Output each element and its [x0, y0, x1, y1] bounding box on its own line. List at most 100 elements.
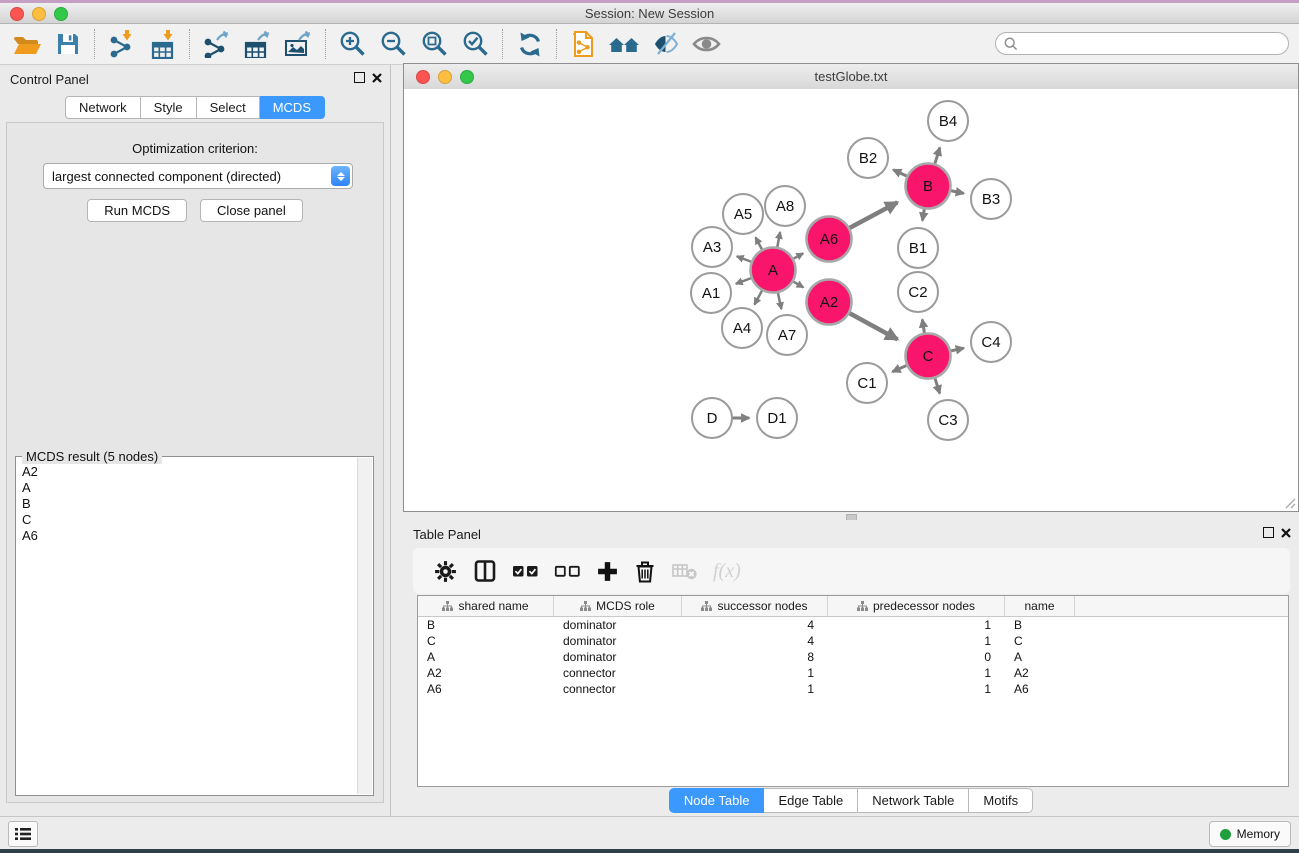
graph-node-A[interactable]: A [751, 248, 796, 293]
zoom-out-icon[interactable] [373, 27, 414, 61]
graph-node-A1[interactable]: A1 [691, 273, 731, 313]
result-item[interactable]: A [22, 480, 358, 496]
result-scrollbar[interactable] [357, 458, 372, 794]
graph-node-A5[interactable]: A5 [723, 194, 763, 234]
network-file-icon[interactable] [563, 27, 604, 61]
graph-node-D[interactable]: D [692, 398, 732, 438]
table-row-C[interactable]: Cdominator41C [418, 633, 1288, 649]
edge-A2-C[interactable] [849, 313, 897, 339]
graph-node-B3[interactable]: B3 [971, 179, 1011, 219]
column-header-shared-name[interactable]: shared name [418, 596, 554, 616]
graph-node-A4[interactable]: A4 [722, 308, 762, 348]
deselect-all-icon[interactable] [554, 562, 581, 580]
graph-node-A2[interactable]: A2 [807, 280, 852, 325]
search-input[interactable] [1023, 34, 1288, 54]
tab-network[interactable]: Network [65, 96, 141, 119]
table-row-A6[interactable]: A6connector11A6 [418, 681, 1288, 697]
graph-node-B4[interactable]: B4 [928, 101, 968, 141]
graph-node-D1[interactable]: D1 [757, 398, 797, 438]
network-canvas[interactable]: B4 B2 B B3 A5A8A6 A3 A B1 A1 A2 C2 A4A7 C4 C C1 D D1 C3 [404, 89, 1298, 511]
save-session-icon[interactable] [47, 27, 88, 61]
add-icon[interactable] [596, 560, 619, 583]
graph-node-C2[interactable]: C2 [898, 272, 938, 312]
open-file-icon[interactable] [6, 27, 47, 61]
show-columns-icon[interactable] [473, 559, 497, 583]
graph-node-C4[interactable]: C4 [971, 322, 1011, 362]
graph-node-A6[interactable]: A6 [807, 217, 852, 262]
close-panel-icon[interactable] [372, 73, 382, 83]
edge-C-C1[interactable] [892, 365, 907, 371]
tab-select[interactable]: Select [197, 96, 260, 119]
close-panel-button[interactable]: Close panel [200, 199, 303, 222]
visual-style-icon[interactable] [645, 27, 686, 61]
table-settings-icon[interactable] [433, 559, 458, 584]
run-mcds-button[interactable]: Run MCDS [87, 199, 187, 222]
graph-node-A7[interactable]: A7 [767, 315, 807, 355]
table-row-B[interactable]: Bdominator41B [418, 617, 1288, 633]
table-row-A[interactable]: Adominator80A [418, 649, 1288, 665]
tab-motifs[interactable]: Motifs [969, 788, 1033, 813]
edge-C-C2[interactable] [922, 319, 924, 333]
edge-A-A8[interactable] [777, 232, 780, 247]
tab-edge-table[interactable]: Edge Table [764, 788, 858, 813]
edge-C-C4[interactable] [950, 348, 963, 351]
select-all-icon[interactable] [512, 562, 539, 580]
edge-A6-B[interactable] [849, 202, 897, 228]
graph-node-B[interactable]: B [906, 164, 951, 209]
graph-node-B2[interactable]: B2 [848, 138, 888, 178]
refresh-icon[interactable] [509, 27, 550, 61]
result-item[interactable]: A2 [22, 464, 358, 480]
edge-A-A4[interactable] [754, 290, 762, 304]
result-item[interactable]: C [22, 512, 358, 528]
table-row-A2[interactable]: A2connector11A2 [418, 665, 1288, 681]
graph-node-C[interactable]: C [906, 334, 951, 379]
home-icon[interactable] [604, 27, 645, 61]
float-panel-icon[interactable] [354, 72, 365, 83]
graph-node-A8[interactable]: A8 [765, 186, 805, 226]
task-history-button[interactable] [8, 821, 38, 847]
table-cell: A2 [1005, 665, 1075, 681]
zoom-in-icon[interactable] [332, 27, 373, 61]
show-hide-icon[interactable] [686, 27, 727, 61]
resize-grip-icon[interactable] [1284, 497, 1296, 509]
tab-network-table[interactable]: Network Table [858, 788, 969, 813]
edge-A-A3[interactable] [737, 256, 752, 262]
column-header-successor-nodes[interactable]: successor nodes [682, 596, 828, 616]
search-field[interactable] [995, 32, 1289, 55]
edge-B-B2[interactable] [893, 170, 907, 177]
export-network-icon[interactable] [196, 27, 237, 61]
export-image-icon[interactable] [278, 27, 319, 61]
edge-B-B4[interactable] [935, 148, 940, 164]
edge-B-B3[interactable] [951, 191, 964, 194]
column-header-predecessor-nodes[interactable]: predecessor nodes [828, 596, 1005, 616]
table-cell: 8 [682, 649, 828, 665]
tab-node-table[interactable]: Node Table [669, 788, 765, 813]
edge-A-A7[interactable] [778, 292, 782, 309]
edge-A-A6[interactable] [793, 253, 803, 259]
delete-icon[interactable] [634, 559, 656, 584]
zoom-selected-icon[interactable] [455, 27, 496, 61]
float-table-panel-icon[interactable] [1263, 527, 1274, 538]
graph-node-C1[interactable]: C1 [847, 363, 887, 403]
optimization-criterion-select[interactable]: largest connected component (directed) [43, 163, 353, 189]
close-table-panel-icon[interactable] [1281, 528, 1291, 538]
tab-style[interactable]: Style [141, 96, 197, 119]
export-table-icon[interactable] [237, 27, 278, 61]
tab-mcds[interactable]: MCDS [260, 96, 325, 119]
edge-A-A5[interactable] [756, 237, 763, 249]
zoom-fit-icon[interactable] [414, 27, 455, 61]
graph-node-A3[interactable]: A3 [692, 227, 732, 267]
import-network-icon[interactable] [101, 27, 142, 61]
result-item[interactable]: B [22, 496, 358, 512]
edge-A-A2[interactable] [793, 281, 803, 287]
edge-C-C3[interactable] [935, 378, 940, 394]
edge-A-A1[interactable] [736, 278, 752, 284]
import-table-icon[interactable] [142, 27, 183, 61]
graph-node-B1[interactable]: B1 [898, 228, 938, 268]
column-header-name[interactable]: name [1005, 596, 1075, 616]
result-item[interactable]: A6 [22, 528, 358, 544]
column-header-MCDS-role[interactable]: MCDS role [554, 596, 682, 616]
graph-node-C3[interactable]: C3 [928, 400, 968, 440]
edge-B-B1[interactable] [922, 209, 924, 221]
memory-button[interactable]: Memory [1209, 821, 1291, 847]
